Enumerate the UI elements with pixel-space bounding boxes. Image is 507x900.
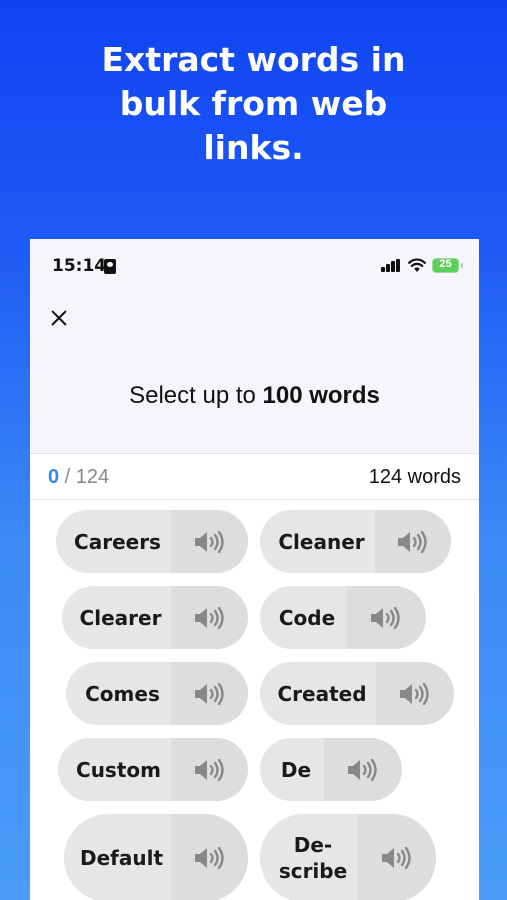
- battery-level: 25: [439, 258, 452, 270]
- status-bar: 15:14 25: [30, 239, 479, 295]
- word-chip-label[interactable]: Cleaner: [260, 510, 375, 573]
- word-chip[interactable]: Clearer: [62, 586, 248, 649]
- battery-icon: 25: [432, 258, 463, 273]
- speaker-icon[interactable]: [171, 814, 248, 900]
- word-chip[interactable]: Default: [64, 814, 248, 900]
- word-chip[interactable]: Code: [260, 586, 426, 649]
- speaker-icon[interactable]: [171, 586, 248, 649]
- status-time: 15:14: [52, 256, 107, 276]
- close-icon[interactable]: [48, 307, 70, 329]
- speaker-icon[interactable]: [376, 662, 454, 725]
- word-chip[interactable]: Custom: [58, 738, 248, 801]
- modal-title-prefix: Select up to: [129, 382, 263, 409]
- word-chip-label[interactable]: De: [260, 738, 324, 801]
- word-chip[interactable]: De- scribe: [260, 814, 436, 900]
- selection-count-row: 0 / 124 124 words: [30, 454, 479, 499]
- cellular-signal-icon: [381, 259, 401, 272]
- modal-title-limit: 100 words: [262, 382, 380, 409]
- headline-line-2: bulk from web: [119, 84, 388, 123]
- word-chip-label[interactable]: Created: [260, 662, 376, 725]
- speaker-icon[interactable]: [171, 510, 248, 573]
- word-chip[interactable]: De: [260, 738, 402, 801]
- word-chip-label[interactable]: Comes: [66, 662, 171, 725]
- word-chip[interactable]: Comes: [66, 662, 248, 725]
- word-chip[interactable]: Created: [260, 662, 454, 725]
- speaker-icon[interactable]: [171, 738, 248, 801]
- word-chip-label[interactable]: Custom: [58, 738, 171, 801]
- speaker-icon[interactable]: [346, 586, 426, 649]
- word-chip-label[interactable]: Clearer: [62, 586, 171, 649]
- total-fraction: / 124: [59, 466, 110, 488]
- word-chip-label[interactable]: Careers: [56, 510, 171, 573]
- headline-line-3: links.: [203, 128, 304, 167]
- speaker-icon[interactable]: [324, 738, 402, 801]
- word-chip-label[interactable]: De- scribe: [260, 814, 358, 900]
- marketing-headline: Extract words in bulk from web links.: [0, 38, 507, 170]
- speaker-icon[interactable]: [375, 510, 451, 573]
- total-words-count: 124 words: [368, 466, 461, 488]
- modal-title: Select up to 100 words: [30, 382, 479, 410]
- selected-count: 0: [48, 466, 60, 488]
- phone-screen: 15:14 25 Select up to 100 words 0 / 124 …: [30, 239, 479, 900]
- selection-counter: 0 / 124: [48, 466, 109, 489]
- wifi-icon: [408, 258, 426, 272]
- id-card-icon: [104, 259, 116, 274]
- speaker-icon[interactable]: [358, 814, 436, 900]
- headline-line-1: Extract words in: [101, 40, 406, 79]
- word-chip-list: Careers Cleaner Clearer Code Comes Creat…: [30, 500, 479, 900]
- word-chip[interactable]: Cleaner: [260, 510, 451, 573]
- word-chip-label[interactable]: Default: [64, 814, 171, 900]
- word-chip[interactable]: Careers: [56, 510, 248, 573]
- speaker-icon[interactable]: [171, 662, 248, 725]
- word-chip-label[interactable]: Code: [260, 586, 346, 649]
